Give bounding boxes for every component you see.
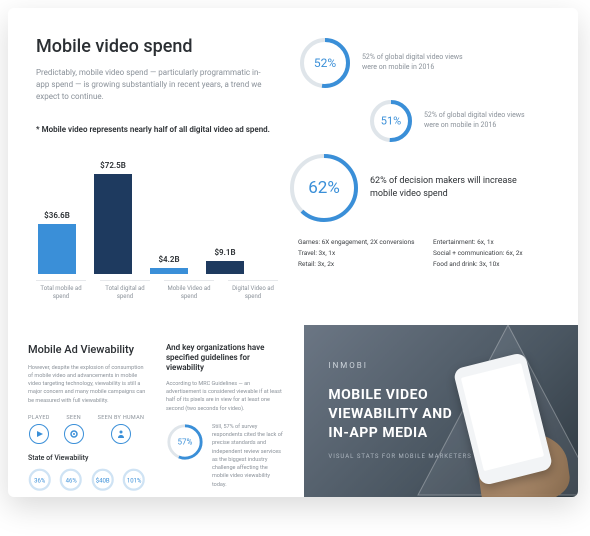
report-card: Mobile video spend Predictably, mobile v… <box>8 8 578 497</box>
bar: $9.1B <box>204 248 246 274</box>
play-icon <box>29 424 49 444</box>
trio-label: SEEN BY HUMAN <box>98 415 145 421</box>
viewability-col1: Mobile Ad Viewability However, despite t… <box>28 343 146 479</box>
donut-row: 51% 52% of global digital video views wer… <box>368 98 550 144</box>
bar-chart: $36.6B $72.5B $4.2B $9.1B <box>36 148 278 274</box>
mini-donut: $40B <box>91 468 114 494</box>
mrc-pct: 57% <box>178 437 193 446</box>
bar: $36.6B <box>36 211 78 274</box>
donut-row: 62% 62% of decision makers will increase … <box>288 152 550 224</box>
viewability-title: Mobile Ad Viewability <box>28 343 146 356</box>
stat-item: Travel: 3x, 1x <box>298 249 415 257</box>
promo-panel: INMOBI MOBILE VIDEO VIEWABILITY AND IN-A… <box>304 325 578 497</box>
bar-label: Mobile Video ad spend <box>164 280 214 301</box>
donut-caption: 52% of global digital video views were o… <box>362 53 472 73</box>
donut: 51% <box>368 98 414 144</box>
guidelines-sub: And key organizations have specified gui… <box>166 343 284 374</box>
viewability-col2: And key organizations have specified gui… <box>166 343 284 479</box>
donut-pct: 62% <box>308 178 340 198</box>
bar-label: Total mobile ad spend <box>36 280 86 301</box>
mrc-caption: Still, 57% of survey respondents cited t… <box>212 423 284 489</box>
panel-mobile-video-spend: Mobile video spend Predictably, mobile v… <box>8 8 578 325</box>
bar: $72.5B <box>92 161 134 274</box>
bar-rect <box>94 174 132 274</box>
mini-donut-value: 101% <box>127 477 142 484</box>
mini-donut-value: 36% <box>34 477 45 484</box>
bar-rect <box>38 224 76 274</box>
guidelines-text: According to MRC Guidelines — an adverti… <box>166 380 284 413</box>
mrc-row: 57% Still, 57% of survey respondents cit… <box>166 423 284 489</box>
donut-stack: 52% 52% of global digital video views wer… <box>298 36 550 224</box>
stats-grid: Games: 6X engagement, 2X conversions Ente… <box>298 238 550 268</box>
mini-donuts: 36% 46% $40B 101% <box>28 468 146 494</box>
mini-donut: 101% <box>122 468 145 494</box>
trio-label: PLAYED <box>28 415 50 421</box>
trio-item: SEEN BY HUMAN <box>98 415 145 444</box>
donut-caption: 62% of decision makers will increase mob… <box>370 175 520 200</box>
section-title: Mobile video spend <box>36 36 278 57</box>
donut: 52% <box>298 36 352 90</box>
bar-value: $72.5B <box>100 161 126 170</box>
mini-donut-value: 46% <box>66 477 77 484</box>
mini-donut: 36% <box>28 468 51 494</box>
viewability-left: Mobile Ad Viewability However, despite t… <box>8 325 304 497</box>
bar-label: Digital Video ad spend <box>228 280 278 301</box>
donut-pct: 52% <box>314 56 336 70</box>
bar: $4.2B <box>148 255 190 274</box>
donut: 62% <box>288 152 360 224</box>
stat-item: Social + communication: 6x, 2x <box>433 249 550 257</box>
mini-donut: 46% <box>59 468 82 494</box>
state-title: State of Viewability <box>28 454 146 462</box>
donut-row: 52% 52% of global digital video views wer… <box>298 36 550 90</box>
stat-item: Retail: 3x, 2x <box>298 260 415 268</box>
bar-value: $9.1B <box>214 248 235 257</box>
donut-pct: 51% <box>381 115 401 128</box>
section-note: * Mobile video represents nearly half of… <box>36 125 278 134</box>
donut-caption: 52% of global digital video views were o… <box>424 111 534 131</box>
bar-rect <box>150 268 188 274</box>
stat-item: Food and drink: 3x, 10x <box>433 260 550 268</box>
panel-viewability: Mobile Ad Viewability However, despite t… <box>8 325 578 497</box>
bar-value: $4.2B <box>158 255 179 264</box>
bar-value: $36.6B <box>44 211 70 220</box>
bar-rect <box>206 261 244 274</box>
stat-item: Entertainment: 6x, 1x <box>433 238 550 246</box>
trio-label: SEEN <box>64 415 84 421</box>
col-left: Mobile video spend Predictably, mobile v… <box>36 36 278 301</box>
bar-label: Total digital ad spend <box>100 280 150 301</box>
col-right: 52% 52% of global digital video views wer… <box>298 36 550 301</box>
viewability-text: However, despite the explosion of consum… <box>28 364 146 405</box>
section-intro: Predictably, mobile video spend — partic… <box>36 67 266 103</box>
mrc-donut: 57% <box>166 423 204 461</box>
bar-chart-labels: Total mobile ad spend Total digital ad sp… <box>36 274 278 301</box>
viewability-trio: PLAYED SEEN SEEN BY HUMAN <box>28 415 146 444</box>
trio-item: SEEN <box>64 415 84 444</box>
person-icon <box>111 424 131 444</box>
mini-donut-value: $40B <box>96 477 110 484</box>
trio-item: PLAYED <box>28 415 50 444</box>
stat-item: Games: 6X engagement, 2X conversions <box>298 238 415 246</box>
eye-icon <box>64 424 84 444</box>
